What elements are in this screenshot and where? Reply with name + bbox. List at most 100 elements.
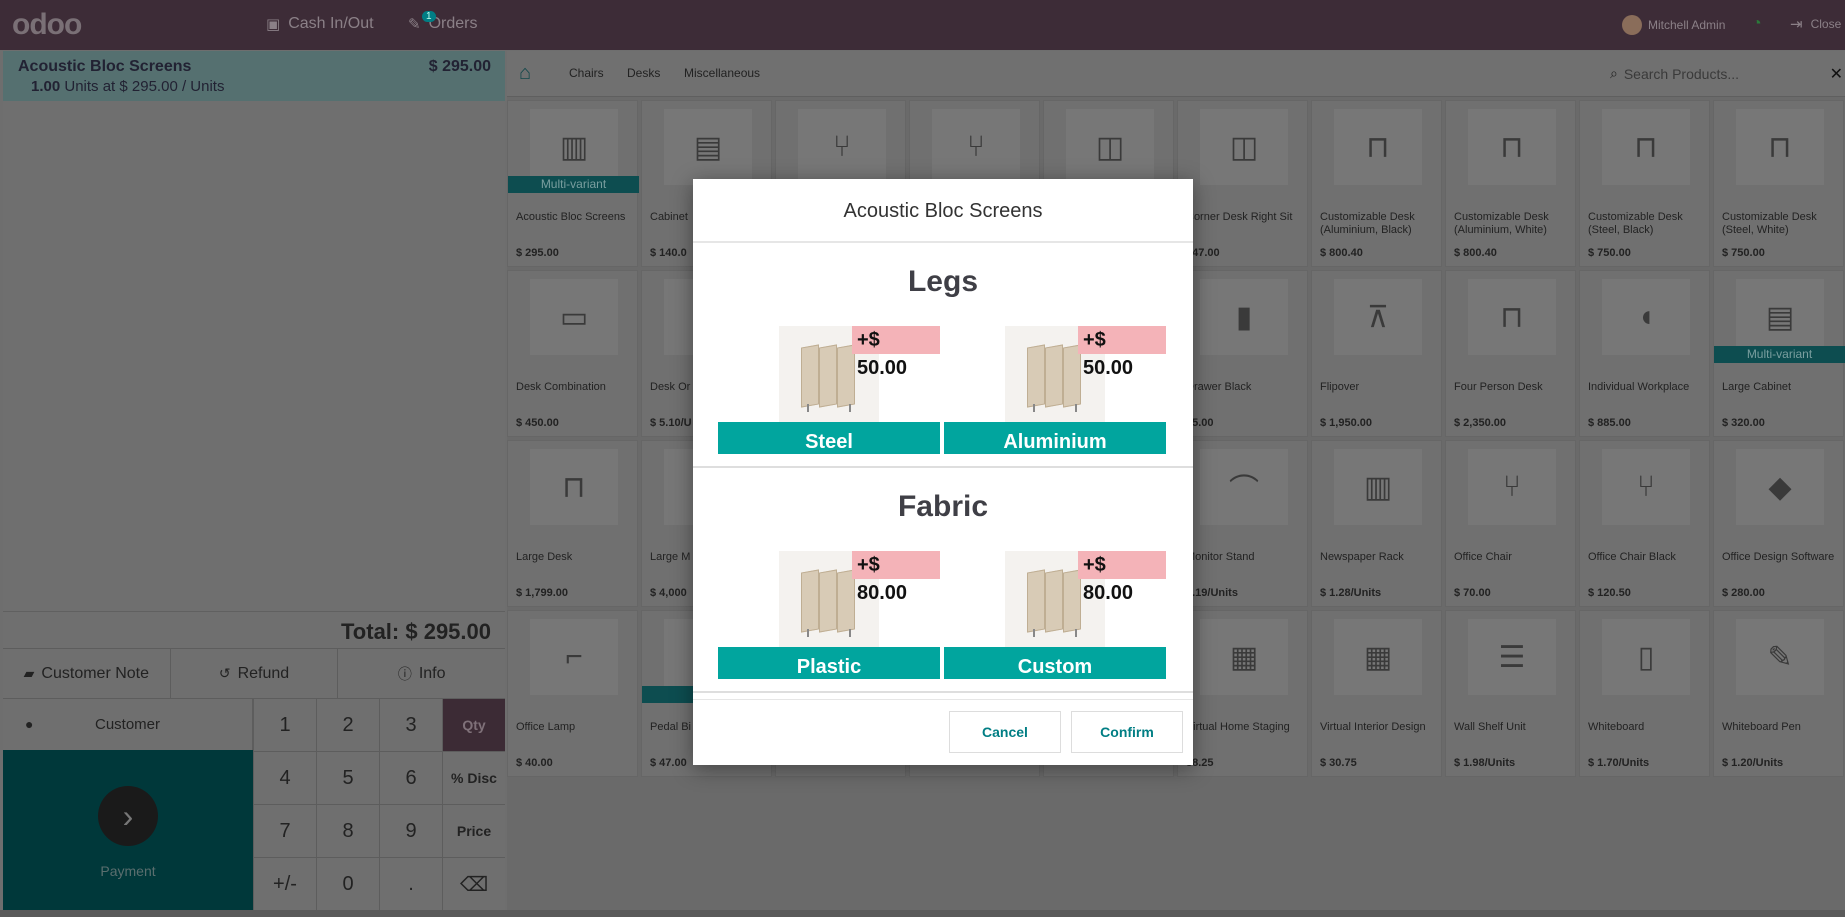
search-input[interactable]: Search Products... <box>1624 66 1739 82</box>
numpad-qty-mode[interactable]: Qty <box>442 698 505 751</box>
section-divider <box>693 691 1193 693</box>
option-label: Steel <box>718 422 940 454</box>
product-name: Flipover <box>1320 381 1360 393</box>
orders-button[interactable]: ✎ 1 Orders <box>408 11 477 33</box>
note-icon: ▰ <box>23 665 35 681</box>
product-card[interactable]: ⊓ Customizable Desk (Steel, White) $ 750.0… <box>1713 100 1844 267</box>
attribute-option-custom[interactable]: +$ 80.00 Custom <box>944 551 1166 691</box>
search-bar[interactable]: ⌕ Search Products... <box>1610 65 1739 82</box>
customer-button[interactable]: ● Customer <box>3 698 253 750</box>
product-card[interactable]: ▭ Desk Combination $ 450.00 <box>507 270 638 437</box>
numpad-key-5[interactable]: 5 <box>316 751 379 804</box>
sign-out-icon: ⇥ <box>1790 16 1803 33</box>
product-name: Whiteboard Pen <box>1722 721 1801 733</box>
customer-note-button[interactable]: ▰ Customer Note <box>3 649 171 698</box>
numpad-key-4[interactable]: 4 <box>253 751 316 804</box>
order-line-info: 1.00 Units at $ 295.00 / Units <box>31 78 224 95</box>
category-bar: ⌂ Chairs Desks Miscellaneous ⌕ Search Pr… <box>507 51 1845 97</box>
product-image: ⌐ <box>530 619 618 695</box>
product-card[interactable]: ⊼ Flipover $ 1,950.00 <box>1311 270 1442 437</box>
info-button[interactable]: ⓘ Info <box>338 649 506 698</box>
attribute-option-plastic[interactable]: +$ 80.00 Plastic <box>718 551 940 691</box>
confirm-button[interactable]: Confirm <box>1071 711 1183 753</box>
product-card[interactable]: ▯ Whiteboard $ 1.70/Units <box>1579 610 1710 777</box>
order-line[interactable]: Acoustic Bloc Screens $ 295.00 1.00 Unit… <box>3 51 505 101</box>
product-card[interactable]: ⊓ Customizable Desk (Aluminium, Black) $ 8… <box>1311 100 1442 267</box>
multi-variant-badge: Multi-variant <box>1714 346 1845 363</box>
product-image: ◫ <box>1200 109 1288 185</box>
wifi-icon: ◔ <box>1752 15 1762 32</box>
product-price: $ 280.00 <box>1722 587 1765 599</box>
product-image: ⊓ <box>530 449 618 525</box>
product-card[interactable]: ◆ Office Design Software $ 280.00 <box>1713 440 1844 607</box>
odoo-logo: odoo <box>12 8 82 41</box>
user-menu[interactable]: Mitchell Admin <box>1622 15 1725 35</box>
numpad-key-1[interactable]: 1 <box>253 698 316 751</box>
numpad-key-0[interactable]: 0 <box>316 857 379 910</box>
product-card[interactable]: ◖ Individual Workplace $ 885.00 <box>1579 270 1710 437</box>
order-line-unit: Units at $ 295.00 / Units <box>64 78 225 95</box>
cash-in-out-button[interactable]: ▣ Cash In/Out <box>266 15 374 33</box>
attribute-option-aluminium[interactable]: +$ 50.00 Aluminium <box>944 326 1166 466</box>
product-card[interactable]: ⌒ Monitor Stand 3.19/Units <box>1177 440 1308 607</box>
numpad-key-6[interactable]: 6 <box>379 751 442 804</box>
dialog-footer: Cancel Confirm <box>693 699 1193 765</box>
product-card[interactable]: ▥ Newspaper Rack $ 1.28/Units <box>1311 440 1442 607</box>
product-card[interactable]: ▦ Virtual Interior Design $ 30.75 <box>1311 610 1442 777</box>
payment-button[interactable]: › Payment <box>3 750 253 910</box>
product-name: Virtual Home Staging <box>1186 721 1290 733</box>
product-image: ⊓ <box>1468 279 1556 355</box>
numpad-plus-minus[interactable]: +/- <box>253 857 316 910</box>
attribute-option-steel[interactable]: +$ 50.00 Steel <box>718 326 940 466</box>
product-name: Virtual Interior Design <box>1320 721 1426 733</box>
refund-button[interactable]: ↺ Refund <box>170 649 339 698</box>
product-card[interactable]: ⊓ Customizable Desk (Steel, Black) $ 750.0… <box>1579 100 1710 267</box>
numpad-key-3[interactable]: 3 <box>379 698 442 751</box>
numpad-decimal[interactable]: . <box>379 857 442 910</box>
close-button[interactable]: ⇥ Close <box>1790 15 1841 33</box>
product-price: $ 1.28/Units <box>1320 587 1382 599</box>
close-label: Close <box>1810 17 1842 31</box>
category-chairs[interactable]: Chairs <box>569 66 604 80</box>
product-card[interactable]: ◫ Corner Desk Right Sit 147.00 <box>1177 100 1308 267</box>
cancel-button[interactable]: Cancel <box>949 711 1061 753</box>
product-image: ⑂ <box>1468 449 1556 525</box>
product-price: $ 2,350.00 <box>1454 417 1506 429</box>
product-card[interactable]: ⑂ Office Chair $ 70.00 <box>1445 440 1576 607</box>
order-total: Total: $ 295.00 <box>341 619 491 644</box>
numpad-key-2[interactable]: 2 <box>316 698 379 751</box>
category-desks[interactable]: Desks <box>627 66 660 80</box>
product-card[interactable]: ✎ Whiteboard Pen $ 1.20/Units <box>1713 610 1844 777</box>
product-price: $ 70.00 <box>1454 587 1491 599</box>
product-name: Customizable Desk (Aluminium, Black) <box>1320 211 1415 236</box>
numpad-key-8[interactable]: 8 <box>316 804 379 857</box>
category-miscellaneous[interactable]: Miscellaneous <box>684 66 760 80</box>
clear-search-icon[interactable]: ✕ <box>1830 64 1843 84</box>
product-card[interactable]: ▥ Multi-variant Acoustic Bloc Screens $ 295… <box>507 100 639 267</box>
product-price: $ 140.0 <box>650 247 687 259</box>
product-price: $ 5.10/U <box>650 417 692 429</box>
home-icon[interactable]: ⌂ <box>519 62 531 85</box>
product-card[interactable]: ⑂ Office Chair Black $ 120.50 <box>1579 440 1710 607</box>
product-card[interactable]: ⌐ Office Lamp $ 40.00 <box>507 610 638 777</box>
product-card[interactable]: ▦ Virtual Home Staging 38.25 <box>1177 610 1308 777</box>
product-name: Individual Workplace <box>1588 381 1690 393</box>
product-image: ✎ <box>1736 619 1824 695</box>
product-card[interactable]: ⊓ Customizable Desk (Aluminium, White) $ 8… <box>1445 100 1576 267</box>
numpad-key-9[interactable]: 9 <box>379 804 442 857</box>
numpad-price-mode[interactable]: Price <box>442 804 505 857</box>
product-card[interactable]: ⊓ Large Desk $ 1,799.00 <box>507 440 638 607</box>
numpad-disc-mode[interactable]: % Disc <box>442 751 505 804</box>
numpad-key-7[interactable]: 7 <box>253 804 316 857</box>
product-image: ⊓ <box>1468 109 1556 185</box>
product-card[interactable]: ⊓ Four Person Desk $ 2,350.00 <box>1445 270 1576 437</box>
product-card[interactable]: ▮ Drawer Black 25.00 <box>1177 270 1308 437</box>
attribute-section-legs: Legs +$ 50.00 Steel +$ 50.00 Aluminium <box>693 243 1193 468</box>
backspace-icon[interactable]: ⌫ <box>442 857 505 910</box>
product-image: ⌒ <box>1200 449 1288 525</box>
product-card[interactable]: ☰ Wall Shelf Unit $ 1.98/Units <box>1445 610 1576 777</box>
product-card[interactable]: ▤ Multi-variant Large Cabinet $ 320.00 <box>1713 270 1845 437</box>
product-image: ▦ <box>1334 619 1422 695</box>
product-image: ▥ <box>1334 449 1422 525</box>
top-bar: odoo ▣ Cash In/Out ✎ 1 Orders Mitchell A… <box>0 0 1845 50</box>
